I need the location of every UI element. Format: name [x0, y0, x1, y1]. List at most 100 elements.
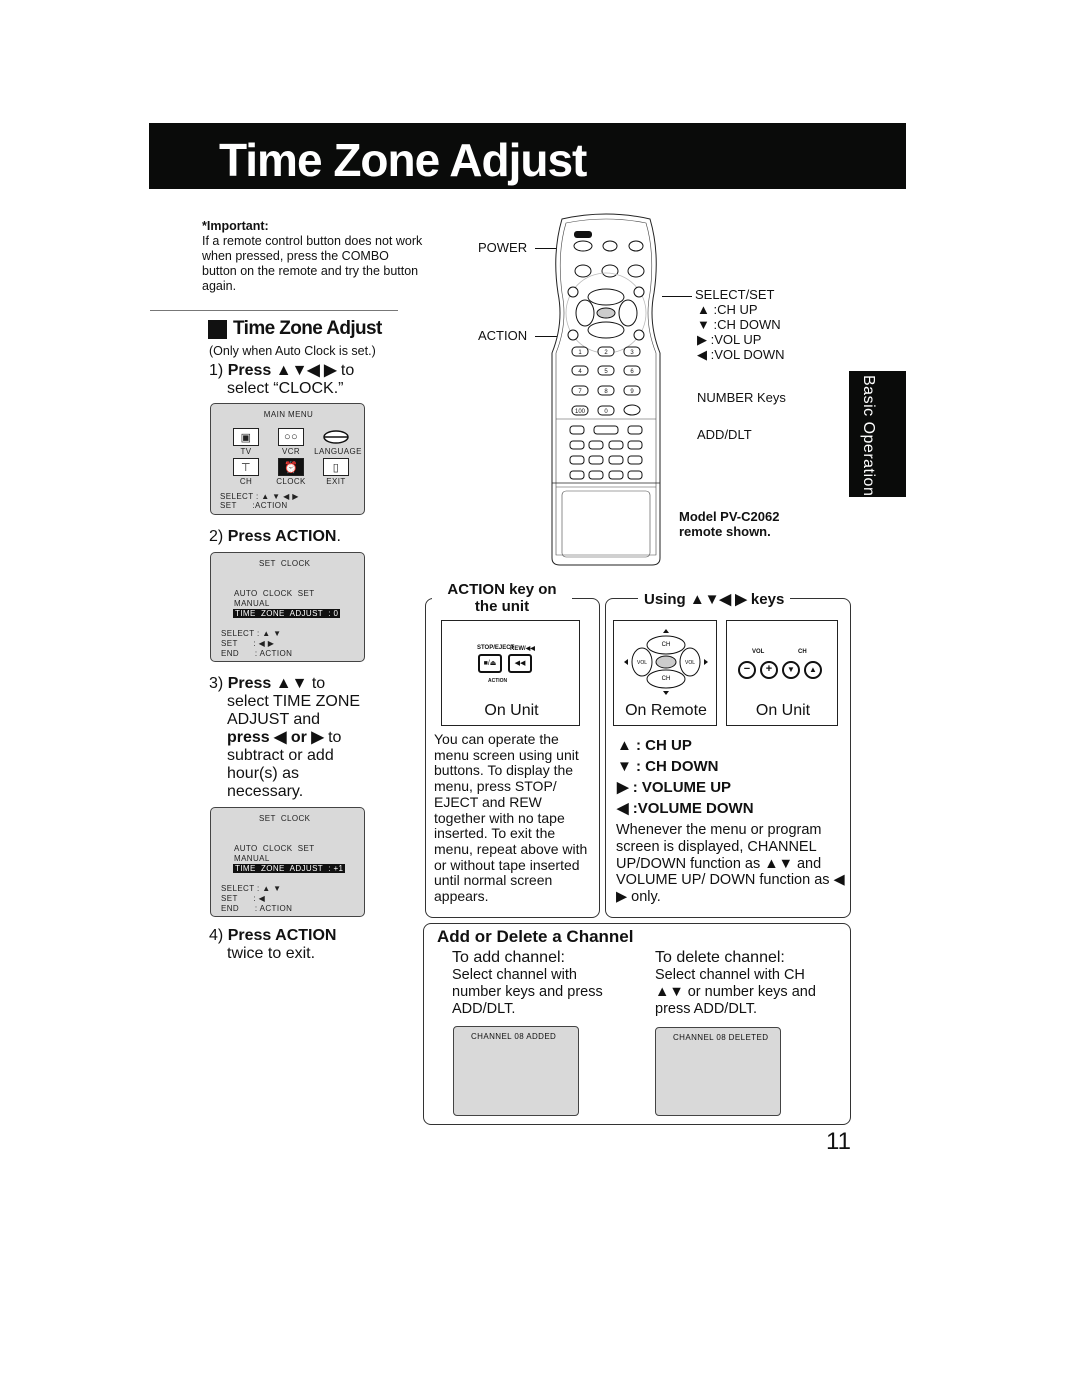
step-text: select TIME ZONE	[227, 693, 361, 710]
delete-heading: To delete channel:	[655, 949, 785, 966]
step-text: ADJUST and	[227, 711, 321, 728]
osd-line: AUTO CLOCK SET	[234, 589, 315, 598]
step-number: 1)	[209, 362, 224, 379]
vcr-icon: ○○	[278, 428, 304, 446]
main-menu-screen: MAIN MENU ▣ ○○ TV VCR LANGUAGE ⊤ ⏰ ▯ CH …	[210, 403, 365, 515]
model-caption-line: remote shown.	[679, 524, 771, 539]
menu-label-language: LANGUAGE	[314, 447, 362, 456]
osd-line: MANUAL	[234, 854, 270, 863]
antenna-icon: ⊤	[233, 458, 259, 476]
menu-label-exit: EXIT	[326, 477, 346, 486]
menu-footer-line: SELECT : ▲ ▼ ◀ ▶	[220, 492, 299, 501]
osd-line: MANUAL	[234, 599, 270, 608]
on-unit-caption: On Unit	[755, 702, 811, 719]
remote-control-illustration: 123 456 789 100 0	[551, 213, 661, 566]
vol-up-button[interactable]: +	[760, 661, 778, 679]
title-line: ACTION key on	[447, 581, 557, 598]
key-function-list: ▲ : CH UP ▼ : CH DOWN ▶ : VOLUME UP ◀ :V…	[617, 735, 754, 819]
step-text: .	[336, 528, 341, 545]
step-action: press ◀ or ▶	[227, 729, 324, 746]
set-clock-screen-2: SET CLOCK AUTO CLOCK SET MANUAL TIME ZON…	[210, 807, 365, 917]
time-zone-adjust-highlight: TIME ZONE ADJUST : +1	[233, 864, 346, 873]
osd-footer: SET : ◀	[221, 894, 266, 903]
step-4: 4) Press ACTION twice to exit.	[209, 927, 336, 963]
step-text: to	[336, 362, 355, 379]
set-clock-title: SET CLOCK	[259, 559, 311, 568]
add-heading: To add channel:	[452, 949, 565, 966]
vol-down-button[interactable]: −	[738, 661, 756, 679]
step-number: 3)	[209, 675, 224, 692]
ch-down-button[interactable]: ▼	[782, 661, 800, 679]
important-heading: *Important:	[202, 219, 269, 233]
set-clock-screen-1: SET CLOCK AUTO CLOCK SET MANUAL TIME ZON…	[210, 552, 365, 662]
key-vol-up: ▶ :VOL UP	[697, 332, 762, 347]
step-1: 1) Press ▲▼◀ ▶ to select “CLOCK.”	[209, 362, 409, 398]
osd-footer: SET : ◀ ▶	[221, 639, 275, 648]
on-unit-caption: On Unit	[484, 702, 539, 719]
osd-footer: END : ACTION	[221, 904, 293, 913]
step-2: 2) Press ACTION.	[209, 528, 341, 546]
osd-line: AUTO CLOCK SET	[234, 844, 315, 853]
stop-eject-label: STOP/EJECT	[477, 645, 515, 651]
unit-button-row: − + ▼ ▲	[738, 661, 822, 679]
step-text: to	[323, 729, 342, 746]
on-remote-box: CH CH VOL VOL On Remote	[613, 620, 717, 726]
svg-text:VOL: VOL	[637, 660, 647, 666]
select-keys-list: ▲ :CH UP ▼ :CH DOWN ▶ :VOL UP ◀ :VOL DOW…	[697, 302, 785, 362]
action-panel-title: ACTION key on the unit	[432, 581, 572, 615]
menu-label-vcr: VCR	[281, 447, 301, 456]
unit-ch-label: CH	[798, 649, 807, 655]
unit-vol-label: VOL	[752, 649, 765, 655]
key-ch-up: ▲ : CH UP	[617, 737, 692, 754]
callout-add-dlt: ADD/DLT	[697, 427, 752, 442]
ch-up-button[interactable]: ▲	[804, 661, 822, 679]
action-unit-box: STOP/EJECT REW/◀◀ ■/⏏ ◀◀ ACTION On Unit	[441, 620, 580, 726]
add-delete-title: Add or Delete a Channel	[437, 927, 634, 946]
section-subtitle: (Only when Auto Clock is set.)	[209, 344, 376, 358]
menu-label-ch: CH	[239, 477, 253, 486]
action-panel-text: You can operate the menu screen using un…	[434, 731, 588, 905]
svg-text:VOL: VOL	[685, 660, 695, 666]
tv-icon: ▣	[233, 428, 259, 446]
language-icon	[323, 428, 349, 446]
section-tab-label: Basic Operation	[860, 375, 877, 497]
step-3: 3) Press ▲▼ to select TIME ZONE ADJUST a…	[209, 675, 399, 801]
step-text: to	[307, 675, 326, 692]
rew-button[interactable]: ◀◀	[508, 654, 532, 673]
on-unit-keys-box: VOL CH − + ▼ ▲ On Unit	[726, 620, 838, 726]
action-label: ACTION	[488, 678, 508, 684]
rew-label: REW/◀◀	[510, 646, 535, 652]
osd-footer: SELECT : ▲ ▼	[221, 884, 282, 893]
key-ch-down: ▼ : CH DOWN	[617, 758, 719, 775]
callout-action: ACTION	[478, 328, 528, 343]
important-text: If a remote control button does not work…	[202, 234, 423, 293]
add-text: Select channel with number keys and pres…	[452, 967, 603, 1017]
key-ch-down: ▼ :CH DOWN	[697, 317, 781, 332]
step-text: subtract or add	[227, 747, 334, 764]
important-note: *Important: If a remote control button d…	[202, 219, 427, 294]
leader-line	[662, 296, 692, 297]
model-caption: Model PV-C2062 remote shown.	[679, 509, 779, 539]
step-text: twice to exit.	[227, 945, 316, 962]
osd-footer: SELECT : ▲ ▼	[221, 629, 282, 638]
channel-deleted-text: CHANNEL 08 DELETED	[673, 1033, 769, 1042]
page-number: 11	[826, 1128, 851, 1155]
svg-text:CH: CH	[662, 676, 671, 682]
osd-footer: END : ACTION	[221, 649, 293, 658]
key-volume-up: ▶ : VOLUME UP	[617, 779, 732, 796]
title-line: the unit	[474, 598, 530, 615]
remote-pad-icon: CH CH VOL VOL	[624, 629, 708, 695]
menu-footer-line: SET :ACTION	[220, 501, 288, 510]
callout-power: POWER	[478, 240, 528, 255]
step-action: Press ACTION	[227, 927, 337, 944]
svg-text:CH: CH	[662, 642, 671, 648]
channel-deleted-screen: CHANNEL 08 DELETED	[655, 1027, 781, 1116]
svg-text:100: 100	[575, 409, 586, 415]
key-volume-down: ◀ :VOLUME DOWN	[617, 800, 754, 817]
step-text: select “CLOCK.”	[227, 380, 344, 397]
page-title: Time Zone Adjust	[219, 134, 587, 186]
section-tab: Basic Operation	[849, 371, 906, 497]
stop-eject-button[interactable]: ■/⏏	[478, 654, 502, 673]
step-text: necessary.	[227, 783, 304, 800]
on-remote-caption: On Remote	[625, 702, 707, 719]
